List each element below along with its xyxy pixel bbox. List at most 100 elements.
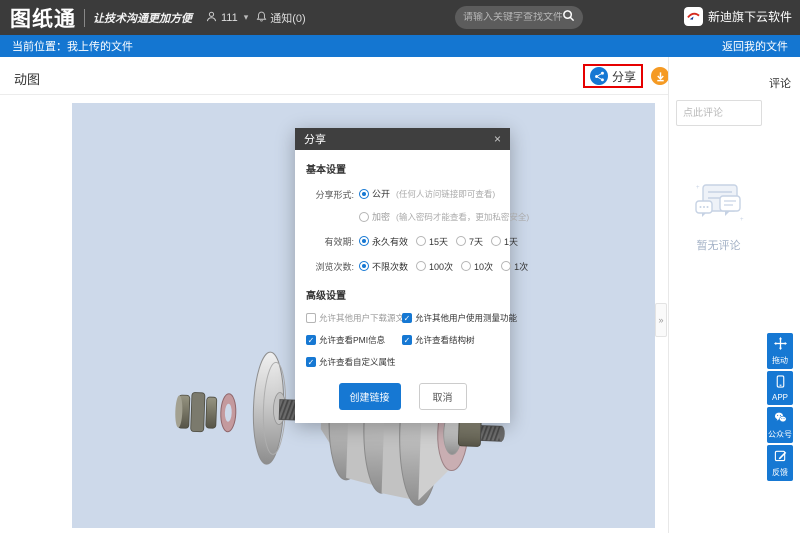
search-input[interactable]: [463, 12, 562, 23]
share-dialog-header[interactable]: 分享 ×: [295, 128, 510, 150]
phone-icon: [774, 375, 787, 391]
dialog-footer: 创建链接 取消: [306, 383, 499, 410]
radio-public-note: (任何人访问链接即可查看): [396, 188, 495, 200]
checkbox-measure-label: 允许其他用户使用测量功能: [415, 312, 517, 324]
radio-public[interactable]: 公开: [359, 187, 390, 200]
checkbox-structure-tree-icon[interactable]: [402, 335, 412, 345]
search-icon[interactable]: [562, 9, 575, 27]
radio-validity-7d[interactable]: 7天: [456, 235, 483, 248]
app-tagline: 让技术沟通更加方便: [93, 10, 192, 26]
back-to-files-link[interactable]: 返回我的文件: [722, 38, 788, 54]
radio-public-label: 公开: [372, 187, 390, 200]
radio-views-1-label: 1次: [514, 260, 528, 273]
empty-comments-label: 暂无评论: [697, 237, 741, 253]
checkbox-download-source-icon[interactable]: [306, 313, 316, 323]
radio-views-100-label: 100次: [429, 260, 453, 273]
share-icon: [590, 67, 608, 85]
radio-validity-forever-icon[interactable]: [359, 236, 369, 246]
close-icon[interactable]: ×: [494, 133, 501, 145]
logo-divider: [84, 9, 85, 27]
app-button[interactable]: APP: [767, 371, 793, 405]
radio-encrypted-icon[interactable]: [359, 212, 369, 222]
floating-button-column: 拖动 APP 公众号 反馈: [767, 333, 793, 481]
radio-views-100[interactable]: 100次: [416, 260, 453, 273]
svg-text:+: +: [696, 185, 700, 191]
radio-validity-forever[interactable]: 永久有效: [359, 235, 408, 248]
breadcrumb: 当前位置：我上传的文件: [12, 38, 133, 54]
radio-encrypted-label: 加密: [372, 210, 390, 223]
notifications-label: 通知(0): [270, 10, 305, 26]
radio-views-10-icon[interactable]: [461, 261, 471, 271]
radio-views-1[interactable]: 1次: [501, 260, 528, 273]
app-root: 图纸通 让技术沟通更加方便 111 ▾ 通知(0) 新迪旗下云软件: [0, 0, 800, 533]
user-menu[interactable]: 111 ▾: [206, 11, 256, 25]
brand-logo-icon: [684, 7, 703, 26]
radio-validity-15d[interactable]: 15天: [416, 235, 448, 248]
share-button[interactable]: 分享: [590, 67, 636, 85]
official-account-button[interactable]: 公众号: [767, 407, 793, 443]
top-bar: 图纸通 让技术沟通更加方便 111 ▾ 通知(0) 新迪旗下云软件: [0, 0, 800, 35]
breadcrumb-bar: 当前位置：我上传的文件 返回我的文件: [0, 35, 800, 57]
move-icon: [774, 337, 787, 353]
views-label: 浏览次数:: [306, 259, 354, 273]
checkbox-measure-icon[interactable]: [402, 313, 412, 323]
checkbox-custom-props[interactable]: 允许查看自定义属性: [306, 356, 402, 368]
create-link-button[interactable]: 创建链接: [339, 383, 401, 410]
comment-input[interactable]: [676, 100, 762, 126]
app-button-label: APP: [772, 393, 788, 402]
radio-public-icon[interactable]: [359, 189, 369, 199]
notifications-button[interactable]: 通知(0): [256, 10, 305, 26]
radio-validity-15d-label: 15天: [429, 235, 448, 248]
document-toolbar: [0, 57, 668, 95]
empty-comments-illustration: ++: [690, 181, 748, 227]
radio-views-unlimited-label: 不限次数: [372, 260, 408, 273]
page-title: 动图: [14, 69, 40, 88]
radio-views-unlimited-icon[interactable]: [359, 261, 369, 271]
share-dialog-body: 基本设置 分享形式: 公开 (任何人访问链接即可查看) 加密: [295, 150, 510, 423]
checkbox-custom-props-label: 允许查看自定义属性: [319, 356, 396, 368]
wechat-icon: [774, 411, 787, 427]
radio-validity-1d-icon[interactable]: [491, 236, 501, 246]
edit-icon: [774, 449, 787, 465]
radio-encrypted[interactable]: 加密: [359, 210, 390, 223]
share-annotation-highlight: 分享: [583, 64, 643, 88]
radio-views-10-label: 10次: [474, 260, 493, 273]
checkbox-measure[interactable]: 允许其他用户使用测量功能: [402, 312, 517, 324]
checkbox-download-source[interactable]: 允许其他用户下载源文件: [306, 312, 402, 324]
svg-text:+: +: [740, 217, 744, 223]
checkbox-pmi-label: 允许查看PMI信息: [319, 334, 385, 346]
share-dialog-title: 分享: [304, 131, 326, 147]
radio-validity-7d-icon[interactable]: [456, 236, 466, 246]
checkbox-pmi[interactable]: 允许查看PMI信息: [306, 334, 402, 346]
share-dialog: 分享 × 基本设置 分享形式: 公开 (任何人访问链接即可查看): [295, 128, 510, 423]
feedback-button[interactable]: 反馈: [767, 445, 793, 481]
radio-validity-forever-label: 永久有效: [372, 235, 408, 248]
cancel-button[interactable]: 取消: [419, 383, 467, 410]
radio-validity-15d-icon[interactable]: [416, 236, 426, 246]
comments-label: 评论: [769, 75, 791, 91]
share-form-row: 分享形式: 公开 (任何人访问链接即可查看) 加密: [306, 187, 499, 223]
search-box[interactable]: [455, 6, 583, 29]
radio-views-1-icon[interactable]: [501, 261, 511, 271]
radio-views-100-icon[interactable]: [416, 261, 426, 271]
checkbox-download-source-label: 允许其他用户下载源文件: [319, 312, 413, 324]
checkbox-custom-props-icon[interactable]: [306, 357, 316, 367]
app-logo: 图纸通: [10, 3, 76, 33]
download-icon: [651, 67, 669, 85]
comments-sidebar: ++ 暂无评论: [668, 57, 768, 533]
checkbox-pmi-icon[interactable]: [306, 335, 316, 345]
radio-validity-7d-label: 7天: [469, 235, 483, 248]
radio-views-unlimited[interactable]: 不限次数: [359, 260, 408, 273]
drag-button[interactable]: 拖动: [767, 333, 793, 369]
chevron-down-icon: ▾: [244, 12, 249, 23]
collapse-arrow-icon: »: [658, 315, 663, 325]
official-account-label: 公众号: [768, 429, 792, 440]
share-button-label: 分享: [612, 68, 636, 85]
radio-validity-1d[interactable]: 1天: [491, 235, 518, 248]
radio-validity-1d-label: 1天: [504, 235, 518, 248]
user-icon: [206, 11, 217, 25]
sidebar-collapse-handle[interactable]: »: [655, 303, 667, 337]
radio-views-10[interactable]: 10次: [461, 260, 493, 273]
advanced-settings-title: 高级设置: [306, 287, 499, 302]
checkbox-structure-tree[interactable]: 允许查看结构树: [402, 334, 517, 346]
